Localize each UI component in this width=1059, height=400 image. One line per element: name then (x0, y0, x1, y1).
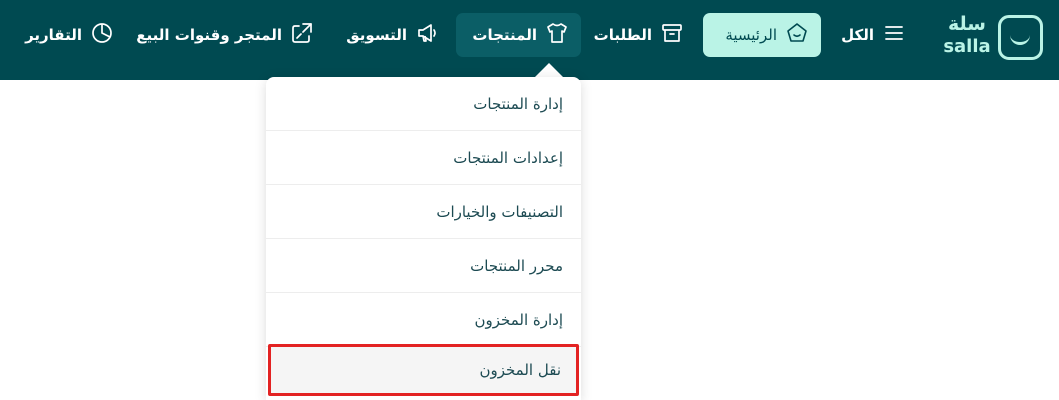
megaphone-icon (415, 21, 439, 49)
nav-home[interactable]: الرئيسية (703, 13, 821, 57)
menu-item-inventory-management[interactable]: إدارة المخزون (266, 293, 581, 347)
nav-reports-label: التقارير (25, 26, 82, 44)
menu-item-inventory-transfer[interactable]: نقل المخزون (268, 344, 579, 396)
menu-item-label: التصنيفات والخيارات (436, 202, 563, 221)
menu-icon (882, 21, 906, 49)
store-channels-icon (290, 21, 314, 49)
dropdown-caret (534, 63, 564, 78)
menu-item-label: إدارة المخزون (474, 310, 563, 329)
nav-orders-label: الطلبات (593, 26, 652, 44)
menu-item-label: نقل المخزون (479, 361, 561, 379)
menu-item-categories-options[interactable]: التصنيفات والخيارات (266, 185, 581, 239)
menu-item-label: إدارة المنتجات (473, 94, 563, 113)
nav-marketing-label: التسويق (346, 26, 407, 44)
menu-item-manage-products[interactable]: إدارة المنتجات (266, 77, 581, 131)
home-icon (785, 21, 809, 49)
nav-home-label: الرئيسية (725, 26, 777, 44)
nav-store-channels[interactable]: المتجر وقنوات البيع (130, 13, 326, 57)
menu-item-product-editor[interactable]: محرر المنتجات (266, 239, 581, 293)
tshirt-icon (545, 21, 569, 49)
nav-all-menu[interactable]: الكل (822, 13, 918, 57)
nav-marketing[interactable]: التسويق (333, 13, 451, 57)
nav-store-channels-label: المتجر وقنوات البيع (136, 26, 282, 44)
nav-reports[interactable]: التقارير (14, 13, 126, 57)
nav-all-label: الكل (841, 26, 874, 44)
pie-chart-icon (90, 21, 114, 49)
menu-item-label: محرر المنتجات (470, 256, 563, 275)
nav-products-label: المنتجات (472, 26, 537, 44)
nav-orders[interactable]: الطلبات (586, 13, 696, 57)
nav-products[interactable]: المنتجات (456, 13, 581, 57)
menu-item-product-settings[interactable]: إعدادات المنتجات (266, 131, 581, 185)
archive-box-icon (660, 21, 684, 49)
top-navigation-bar: سلة salla الكل الرئيسية المنتجات الطلبات… (0, 0, 1059, 80)
main-nav: الكل الرئيسية المنتجات الطلبات التسويق ا… (0, 0, 1059, 80)
products-dropdown-menu: إدارة المنتجات إعدادات المنتجات التصنيفا… (266, 77, 581, 400)
menu-item-label: إعدادات المنتجات (453, 148, 563, 167)
